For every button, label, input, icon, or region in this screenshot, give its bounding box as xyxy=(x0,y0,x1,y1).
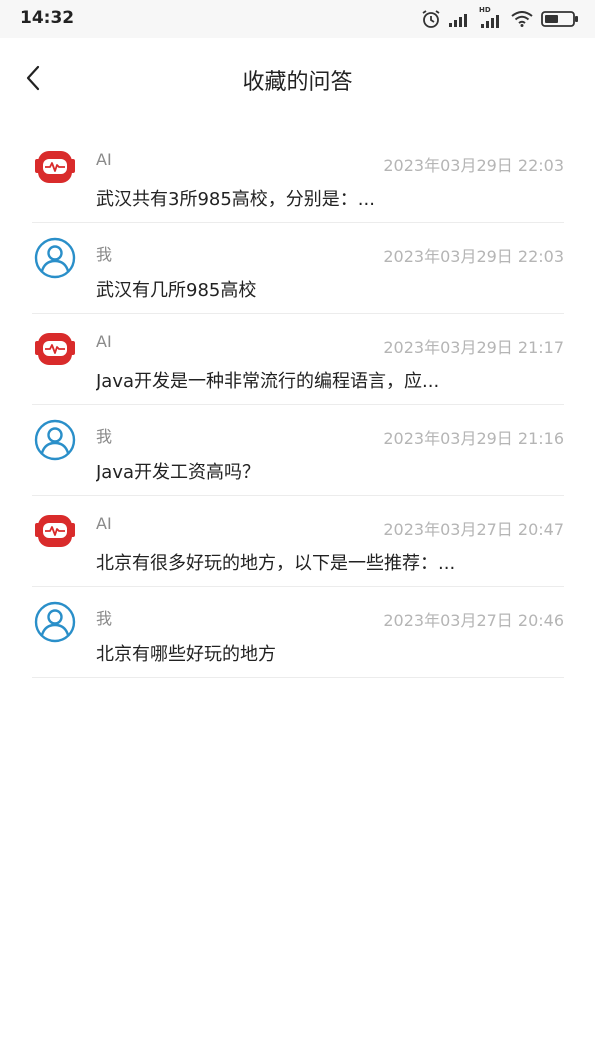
user-avatar xyxy=(32,419,78,461)
sender-label: 我 xyxy=(96,245,113,264)
page-title: 收藏的问答 xyxy=(242,70,353,95)
sender-label: AI xyxy=(96,150,112,169)
message-text: 北京有很多好玩的地方，以下是一些推荐：... xyxy=(96,553,456,574)
hd-label: HD xyxy=(479,6,491,14)
sender-label: AI xyxy=(96,332,112,351)
user-avatar xyxy=(32,601,78,643)
message-text: Java开发是一种非常流行的编程语言，应... xyxy=(96,371,440,392)
status-bar: 14:32 HD xyxy=(0,0,595,38)
qa-list: AI 2023年03月29日 22:03 武汉共有3所985高校，分别是：...… xyxy=(32,132,564,678)
hd-signal-icon: HD xyxy=(479,6,503,28)
timestamp: 2023年03月29日 22:03 xyxy=(383,247,564,266)
qa-list-item[interactable]: AI 2023年03月29日 21:17 Java开发是一种非常流行的编程语言，… xyxy=(32,314,564,405)
signal-icon xyxy=(449,11,471,27)
status-time: 14:32 xyxy=(20,8,75,28)
message-text: Java开发工资高吗？ xyxy=(96,462,261,483)
qa-list-item[interactable]: 我 2023年03月27日 20:46 北京有哪些好玩的地方 xyxy=(32,587,564,678)
message-text: 北京有哪些好玩的地方 xyxy=(96,644,276,665)
qa-list-item[interactable]: AI 2023年03月29日 22:03 武汉共有3所985高校，分别是：... xyxy=(32,132,564,223)
sender-label: 我 xyxy=(96,609,113,628)
qa-list-item[interactable]: 我 2023年03月29日 21:16 Java开发工资高吗？ xyxy=(32,405,564,496)
user-avatar xyxy=(32,237,78,279)
timestamp: 2023年03月27日 20:47 xyxy=(383,520,564,539)
qa-list-item[interactable]: AI 2023年03月27日 20:47 北京有很多好玩的地方，以下是一些推荐：… xyxy=(32,496,564,587)
ai-avatar xyxy=(32,328,78,370)
status-icons: HD xyxy=(421,6,579,29)
timestamp: 2023年03月29日 21:17 xyxy=(383,338,564,357)
sender-label: 我 xyxy=(96,427,113,446)
timestamp: 2023年03月27日 20:46 xyxy=(383,611,564,630)
sender-label: AI xyxy=(96,514,112,533)
ai-avatar xyxy=(32,146,78,188)
message-text: 武汉有几所985高校 xyxy=(96,280,257,301)
message-text: 武汉共有3所985高校，分别是：... xyxy=(96,189,375,210)
nav-bar: 收藏的问答 xyxy=(0,38,595,122)
timestamp: 2023年03月29日 21:16 xyxy=(383,429,564,448)
wifi-icon xyxy=(511,11,533,27)
qa-list-item[interactable]: 我 2023年03月29日 22:03 武汉有几所985高校 xyxy=(32,223,564,314)
alarm-icon xyxy=(421,9,441,29)
timestamp: 2023年03月29日 22:03 xyxy=(383,156,564,175)
ai-avatar xyxy=(32,510,78,552)
battery-icon xyxy=(541,11,579,27)
